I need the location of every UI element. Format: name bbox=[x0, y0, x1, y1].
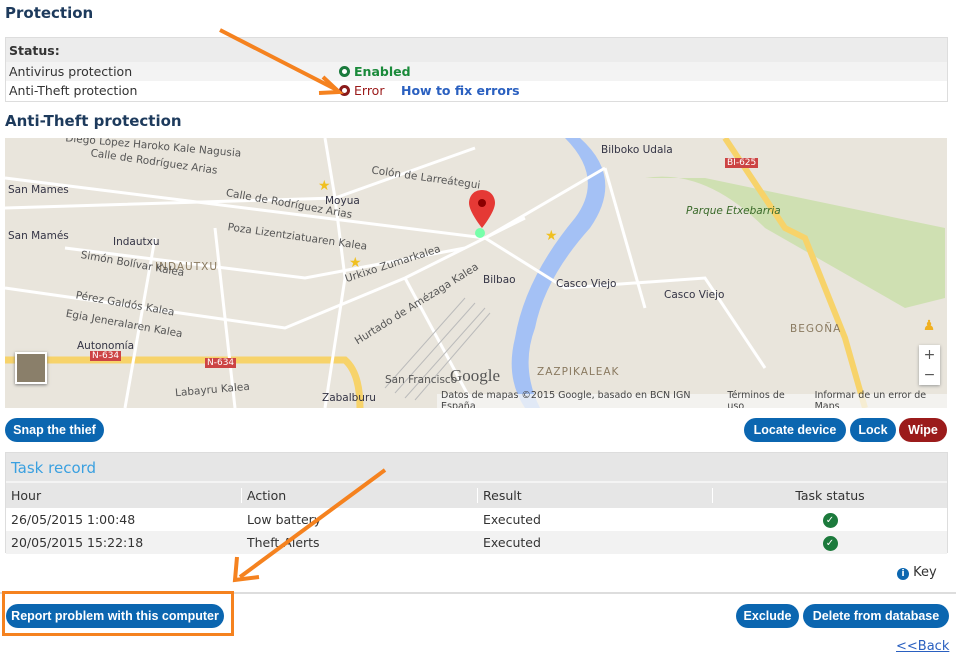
page-title: Protection bbox=[5, 4, 94, 22]
annotation-arrow bbox=[219, 28, 344, 95]
wipe-button[interactable]: Wipe bbox=[899, 418, 947, 442]
section-title: Anti-Theft protection bbox=[5, 112, 182, 130]
status-row-antitheft: Anti-Theft protection Error How to fix e… bbox=[6, 81, 947, 100]
map-label: Bilboko Udala bbox=[601, 144, 673, 156]
map-label: Zabalburu bbox=[322, 392, 376, 404]
map-terms-link[interactable]: Términos de uso bbox=[727, 390, 800, 408]
satellite-toggle[interactable] bbox=[15, 352, 47, 384]
road-badge: N-634 bbox=[90, 351, 122, 361]
map-label: San Francisco bbox=[385, 374, 458, 386]
check-icon: ✓ bbox=[822, 513, 838, 528]
key-link[interactable]: i Key bbox=[897, 565, 937, 580]
table-row: 26/05/2015 1:00:48 Low battery Executed … bbox=[6, 508, 947, 531]
column-header: Task status bbox=[795, 488, 865, 503]
status-row-antivirus: Antivirus protection Enabled bbox=[6, 62, 947, 81]
map-attribution: Datos de mapas ©2015 Google, basado en B… bbox=[437, 390, 947, 408]
google-logo: Google bbox=[450, 366, 501, 385]
table-header: Hour Action Result Task status bbox=[6, 483, 947, 508]
cell-result: Executed bbox=[483, 535, 541, 550]
column-header: Hour bbox=[6, 488, 242, 503]
delete-from-database-button[interactable]: Delete from database bbox=[803, 604, 949, 628]
column-header: Result bbox=[478, 488, 713, 503]
star-icon: ★ bbox=[318, 178, 331, 194]
map-label: Indautxu bbox=[113, 236, 160, 248]
zoom-control: + − bbox=[919, 345, 940, 385]
exclude-button[interactable]: Exclude bbox=[736, 604, 799, 628]
road-badge: BI-625 bbox=[725, 158, 759, 168]
map-label: San Mamés bbox=[8, 230, 69, 242]
snap-thief-button[interactable]: Snap the thief bbox=[5, 418, 104, 442]
map-label: Bilbao bbox=[483, 274, 516, 286]
map[interactable]: Calle de Rodríguez Arias San Mamés Moyua… bbox=[5, 138, 947, 408]
info-icon: i bbox=[897, 568, 909, 580]
map-label: BEGOÑA bbox=[790, 323, 842, 335]
task-record-table: Task record Hour Action Result Task stat… bbox=[5, 452, 948, 554]
map-label: ZAZPIKALEAK bbox=[537, 366, 620, 378]
map-label: Parque Etxebarria bbox=[686, 205, 781, 217]
star-icon: ★ bbox=[545, 228, 558, 244]
map-report-link[interactable]: Informar de un error de Maps bbox=[815, 390, 947, 408]
table-row: 20/05/2015 15:22:18 Theft Alerts Execute… bbox=[6, 531, 947, 554]
star-icon: ★ bbox=[349, 255, 362, 271]
annotation-arrow bbox=[232, 468, 387, 583]
map-label: Casco Viejo bbox=[664, 289, 725, 301]
check-icon: ✓ bbox=[822, 536, 838, 551]
task-record-title: Task record bbox=[6, 453, 947, 483]
pegman-icon[interactable]: ♟ bbox=[919, 318, 939, 338]
location-pin-icon[interactable] bbox=[469, 190, 495, 230]
zoom-out-button[interactable]: − bbox=[919, 365, 940, 385]
zoom-in-button[interactable]: + bbox=[919, 345, 940, 365]
map-data-credit: Datos de mapas ©2015 Google, basado en B… bbox=[441, 390, 691, 408]
road-badge: N-634 bbox=[205, 358, 237, 368]
map-label: Casco Viejo bbox=[556, 278, 617, 290]
lock-button[interactable]: Lock bbox=[850, 418, 896, 442]
back-link[interactable]: <<Back bbox=[896, 639, 949, 654]
map-label: San Mames bbox=[8, 184, 69, 196]
status-label: Status: bbox=[6, 38, 947, 62]
cell-result: Executed bbox=[483, 512, 541, 527]
report-problem-button[interactable]: Report problem with this computer bbox=[6, 604, 224, 628]
cell-hour: 26/05/2015 1:00:48 bbox=[11, 512, 136, 527]
how-to-fix-link[interactable]: How to fix errors bbox=[401, 83, 520, 98]
cell-hour: 20/05/2015 15:22:18 bbox=[11, 535, 144, 550]
status-table: Status: Antivirus protection Enabled Ant… bbox=[5, 37, 948, 102]
locate-device-button[interactable]: Locate device bbox=[744, 418, 846, 442]
